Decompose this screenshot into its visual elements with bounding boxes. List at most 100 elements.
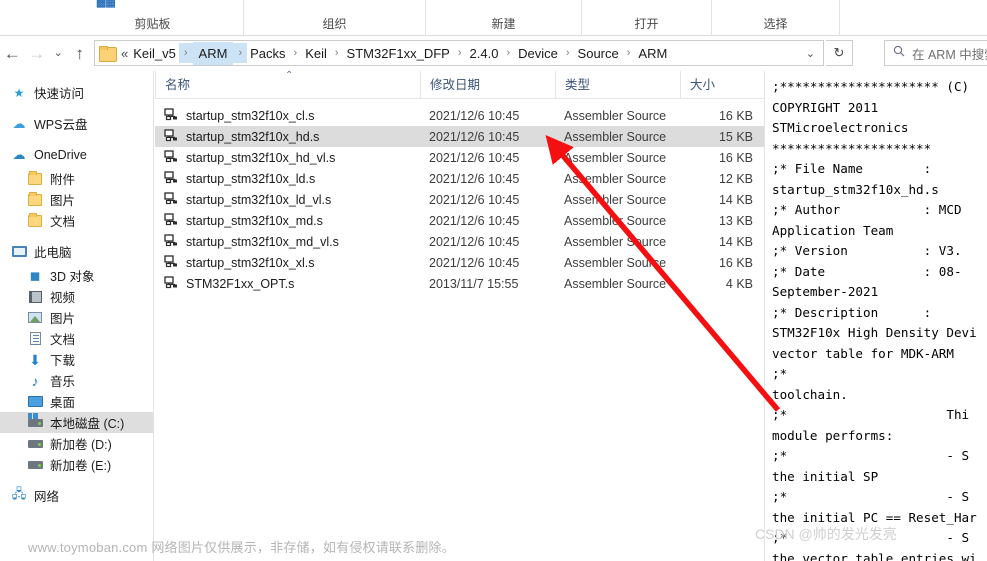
explorer-body: ★ 快速访问 ☁ WPS云盘 ☁ OneDrive 附件 图片 文档 此电脑 ◼ 3D 对象 视频 图片文… bbox=[0, 71, 987, 561]
sidebar-item-2[interactable]: ☁ OneDrive bbox=[0, 144, 153, 165]
file-type-cell: Assembler Source bbox=[564, 255, 667, 270]
site-watermark: www.toymoban.com 网络图片仅供展示，非存储，如有侵权请联系删除。 bbox=[28, 540, 455, 555]
search-box[interactable]: 在 ARM 中搜索 bbox=[884, 40, 987, 66]
table-row[interactable]: startup_stm32f10x_md.s 2021/12/6 10:45 Ass… bbox=[155, 210, 764, 231]
up-button[interactable]: ↑ bbox=[68, 41, 92, 67]
breadcrumb-separator[interactable]: › bbox=[330, 47, 344, 59]
picture-icon bbox=[26, 310, 44, 326]
ribbon-group-1[interactable]: 组织 bbox=[244, 0, 426, 36]
refresh-button[interactable]: ↻ bbox=[826, 40, 853, 66]
breadcrumb-separator[interactable]: › bbox=[178, 43, 193, 63]
breadcrumb-segment[interactable]: STM32F1xx_DFP bbox=[344, 43, 453, 64]
preview-line: September-2021 bbox=[772, 284, 879, 299]
music-icon: ♪ bbox=[31, 372, 39, 389]
sidebar-item-16[interactable]: 新加卷 (E:) bbox=[0, 454, 153, 475]
breadcrumb-overflow[interactable]: « bbox=[121, 46, 130, 61]
sidebar-item-13[interactable]: 桌面 bbox=[0, 391, 153, 412]
column-header-type[interactable]: 类型 bbox=[555, 71, 680, 99]
preview-line: ;* Version : V3. bbox=[772, 243, 962, 258]
file-date-cell: 2021/12/6 10:45 bbox=[429, 255, 520, 270]
breadcrumb[interactable]: « Keil_v5 › ARM › Packs › Keil › STM32F1xx_DFP › 2… bbox=[94, 40, 824, 66]
drive-icon bbox=[26, 436, 44, 452]
breadcrumb-separator[interactable]: › bbox=[622, 47, 636, 59]
table-row[interactable]: STM32F1xx_OPT.s 2013/11/7 15:55 Assembler … bbox=[155, 273, 764, 294]
breadcrumb-separator[interactable]: › bbox=[453, 47, 467, 59]
breadcrumb-separator[interactable]: › bbox=[233, 43, 248, 63]
table-row[interactable]: startup_stm32f10x_hd_vl.s 2021/12/6 10:45… bbox=[155, 147, 764, 168]
file-name-cell: startup_stm32f10x_ld.s bbox=[155, 171, 420, 186]
file-size-cell: 13 KB bbox=[718, 213, 753, 228]
ribbon-group-2[interactable]: 新建 bbox=[426, 0, 582, 36]
download-icon: ⬇ bbox=[29, 351, 41, 368]
file-type-cell: Assembler Source bbox=[564, 213, 667, 228]
sidebar-item-8[interactable]: 视频 bbox=[0, 286, 153, 307]
table-row[interactable]: startup_stm32f10x_xl.s 2021/12/6 10:45 Ass… bbox=[155, 252, 764, 273]
table-row[interactable]: startup_stm32f10x_ld_vl.s 2021/12/6 10:45… bbox=[155, 189, 764, 210]
file-date-cell: 2021/12/6 10:45 bbox=[429, 129, 520, 144]
preview-line: ;* bbox=[772, 366, 788, 381]
sidebar-item-15[interactable]: 新加卷 (D:) bbox=[0, 433, 153, 454]
breadcrumb-segment[interactable]: Packs bbox=[247, 43, 288, 64]
sidebar-item-label: 桌面 bbox=[50, 396, 76, 410]
breadcrumb-separator[interactable]: › bbox=[561, 47, 575, 59]
sidebar-item-3[interactable]: 附件 bbox=[0, 168, 153, 189]
breadcrumb-dropdown-icon[interactable]: ⌄ bbox=[798, 47, 823, 60]
sidebar-item-label: 新加卷 (E:) bbox=[50, 459, 112, 473]
preview-line: the initial SP bbox=[772, 468, 879, 484]
breadcrumb-separator[interactable]: › bbox=[501, 47, 515, 59]
sidebar-item-0[interactable]: ★ 快速访问 bbox=[0, 82, 153, 103]
file-name-text: startup_stm32f10x_hd.s bbox=[186, 129, 320, 144]
forward-button[interactable]: → bbox=[24, 41, 48, 67]
file-name-cell: startup_stm32f10x_hd_vl.s bbox=[155, 150, 420, 165]
recent-locations-button[interactable]: ⌄ bbox=[49, 41, 68, 67]
file-date-cell: 2013/11/7 15:55 bbox=[429, 276, 519, 291]
file-type-cell: Assembler Source bbox=[564, 129, 667, 144]
file-date-cell: 2021/12/6 10:45 bbox=[429, 213, 520, 228]
drive-icon bbox=[26, 457, 44, 473]
breadcrumb-segment[interactable]: Keil bbox=[302, 43, 330, 64]
table-row[interactable]: startup_stm32f10x_md_vl.s 2021/12/6 10:45… bbox=[155, 231, 764, 252]
breadcrumb-segment[interactable]: Source bbox=[575, 43, 622, 64]
file-name-cell: startup_stm32f10x_ld_vl.s bbox=[155, 192, 420, 207]
preview-line: STMicroelectronics bbox=[772, 120, 909, 135]
sidebar-item-10[interactable]: 文档 bbox=[0, 328, 153, 349]
sidebar-item-6[interactable]: 此电脑 bbox=[0, 241, 153, 262]
column-header-size[interactable]: 大小 bbox=[680, 71, 764, 99]
breadcrumb-segment[interactable]: ARM bbox=[192, 41, 234, 65]
assembler-source-icon bbox=[164, 234, 179, 249]
sidebar-item-4[interactable]: 图片 bbox=[0, 189, 153, 210]
table-row[interactable]: startup_stm32f10x_ld.s 2021/12/6 10:45 Ass… bbox=[155, 168, 764, 189]
assembler-source-icon bbox=[164, 192, 179, 207]
preview-line: ********************* bbox=[772, 140, 932, 156]
sidebar-item-17[interactable]: 🖧 网络 bbox=[0, 485, 153, 506]
folder-icon bbox=[26, 170, 44, 187]
sidebar-item-7[interactable]: ◼ 3D 对象 bbox=[0, 265, 153, 286]
sidebar-item-11[interactable]: ⬇ 下载 bbox=[0, 349, 153, 370]
table-row[interactable]: startup_stm32f10x_cl.s 2021/12/6 10:45 Ass… bbox=[155, 105, 764, 126]
preview-line: vector table for MDK-ARM bbox=[772, 345, 954, 361]
sort-ascending-icon[interactable]: ⌃ bbox=[285, 71, 293, 81]
ribbon-group-4[interactable]: 选择 bbox=[712, 0, 840, 36]
breadcrumb-separator[interactable]: › bbox=[289, 47, 303, 59]
sidebar-item-9[interactable]: 图片 bbox=[0, 307, 153, 328]
sidebar-item-14[interactable]: 本地磁盘 (C:) bbox=[0, 412, 153, 433]
sidebar-item-1[interactable]: ☁ WPS云盘 bbox=[0, 113, 153, 134]
assembler-source-icon bbox=[164, 171, 179, 186]
column-header-date[interactable]: 修改日期 bbox=[420, 71, 555, 99]
breadcrumb-segment[interactable]: ARM bbox=[635, 43, 670, 64]
breadcrumb-segment[interactable]: 2.4.0 bbox=[467, 43, 502, 64]
file-name-cell: STM32F1xx_OPT.s bbox=[155, 276, 420, 291]
file-name-text: startup_stm32f10x_md_vl.s bbox=[186, 234, 339, 249]
table-row[interactable]: startup_stm32f10x_hd.s 2021/12/6 10:45 Ass… bbox=[155, 126, 764, 147]
file-name-text: startup_stm32f10x_hd_vl.s bbox=[186, 150, 336, 165]
breadcrumb-segment[interactable]: Keil_v5 bbox=[130, 43, 179, 64]
preview-line: STM32F10x High Density Devi bbox=[772, 325, 977, 340]
preview-line: ;* Author : MCD bbox=[772, 202, 962, 217]
ribbon-group-3[interactable]: 打开 bbox=[582, 0, 712, 36]
sidebar-item-5[interactable]: 文档 bbox=[0, 210, 153, 231]
breadcrumb-segment[interactable]: Device bbox=[515, 43, 561, 64]
sidebar-item-12[interactable]: ♪ 音乐 bbox=[0, 370, 153, 391]
back-button[interactable]: ← bbox=[0, 41, 24, 67]
ribbon-group-0[interactable]: 剪贴板 bbox=[62, 0, 244, 36]
